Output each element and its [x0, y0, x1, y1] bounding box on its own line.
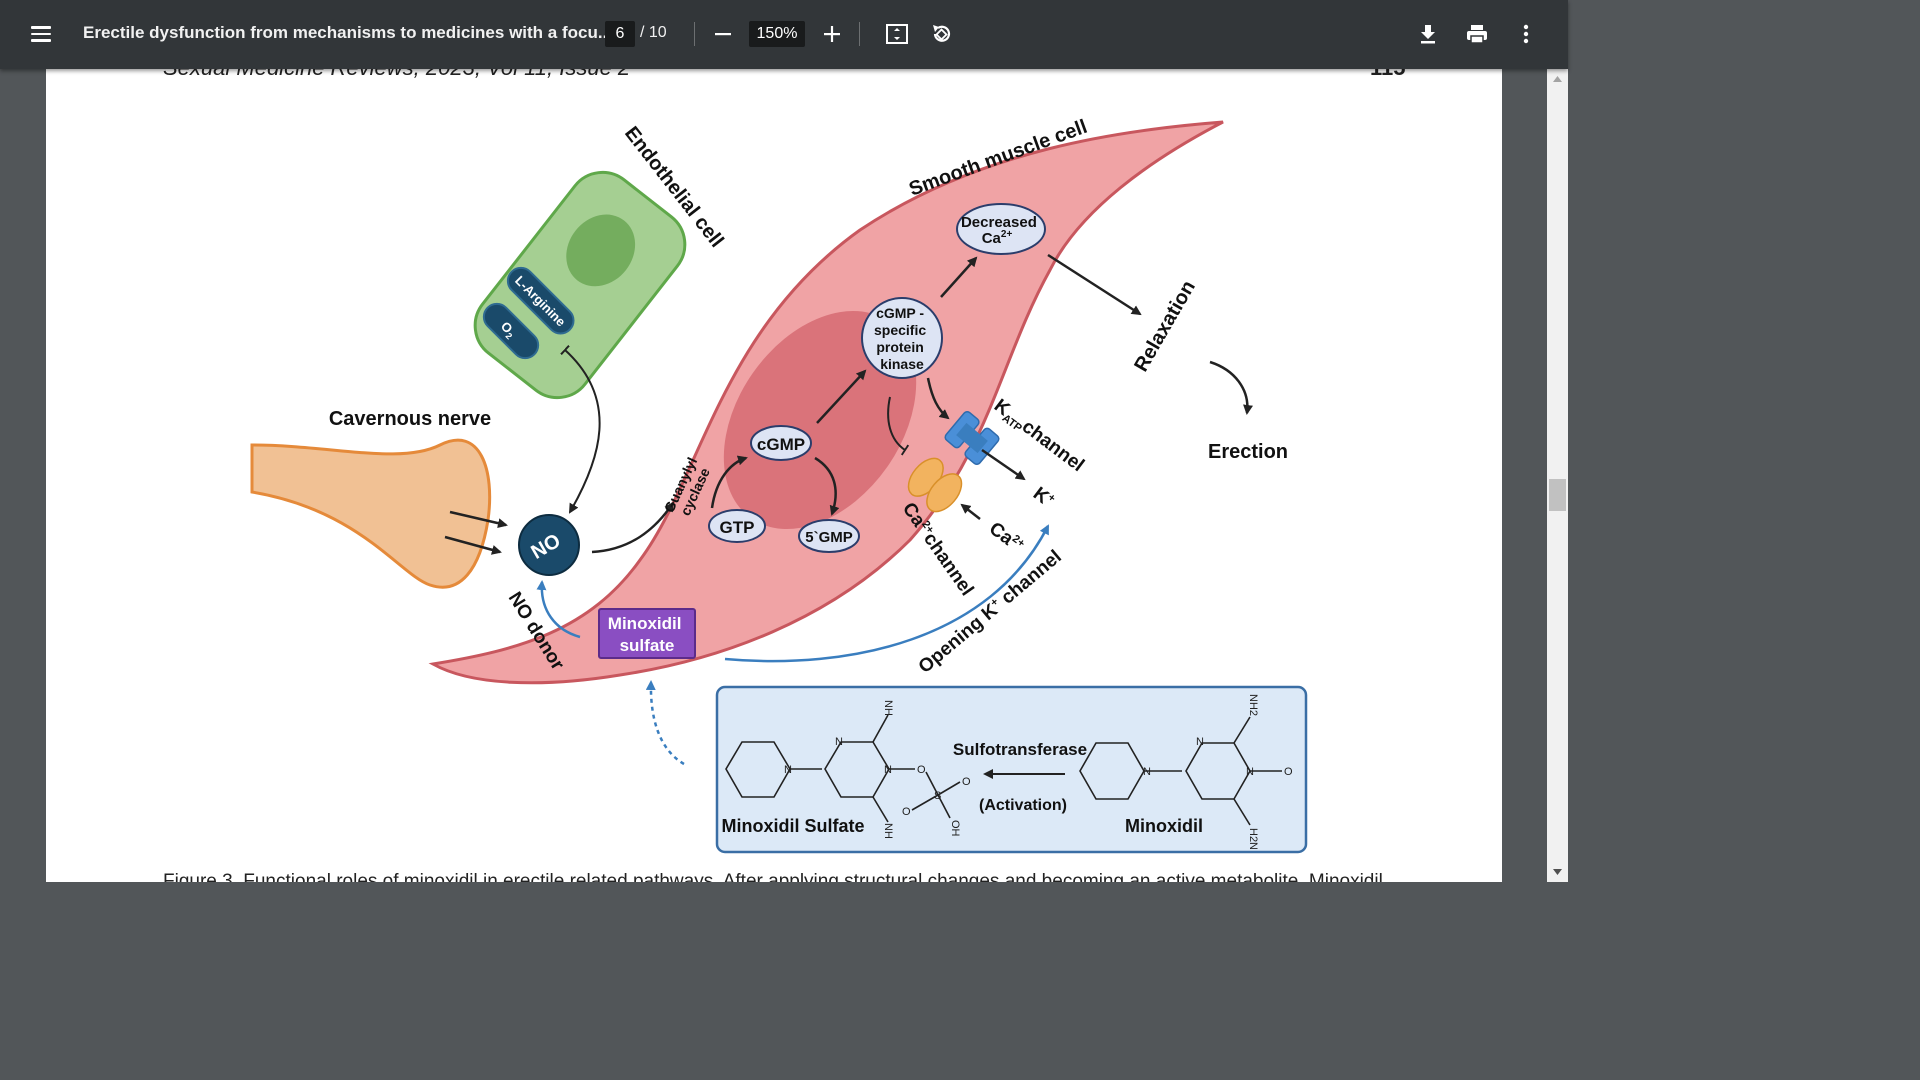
figure-caption: Figure 3. Functional roles of minoxidil …	[163, 871, 1383, 882]
page-total: / 10	[640, 24, 667, 41]
more-vert-icon	[1523, 24, 1529, 44]
document-title: Erectile dysfunction from mechanisms to …	[83, 23, 613, 42]
scroll-up-icon[interactable]	[1547, 69, 1568, 89]
rotate-button[interactable]	[926, 19, 956, 49]
scrollbar-thumb[interactable]	[1549, 479, 1566, 511]
zoom-out-button[interactable]	[708, 19, 738, 49]
rotate-icon	[933, 25, 951, 42]
plus-icon	[824, 26, 840, 42]
page-number-input[interactable]: 6	[605, 21, 635, 47]
pdf-toolbar: Erectile dysfunction from mechanisms to …	[0, 0, 1568, 69]
toolbar-divider	[694, 22, 695, 46]
minus-icon	[715, 33, 731, 36]
zoom-in-button[interactable]	[817, 19, 847, 49]
pdf-page: Sexual Medicine Reviews, 2023, Vol 11, I…	[46, 69, 1502, 882]
toolbar-divider	[859, 22, 860, 46]
fit-page-icon	[886, 24, 908, 44]
menu-icon[interactable]	[28, 22, 54, 48]
download-icon	[1421, 25, 1435, 44]
scroll-down-icon[interactable]	[1547, 862, 1568, 882]
vertical-scrollbar[interactable]	[1547, 69, 1568, 882]
print-icon	[1467, 25, 1487, 44]
print-button[interactable]	[1462, 19, 1492, 49]
journal-header: Sexual Medicine Reviews, 2023, Vol 11, I…	[163, 69, 630, 81]
download-button[interactable]	[1413, 19, 1443, 49]
fit-to-page-button[interactable]	[882, 19, 912, 49]
more-options-button[interactable]	[1511, 19, 1541, 49]
zoom-level-input[interactable]: 150%	[749, 21, 805, 47]
page-number: 115	[1370, 69, 1406, 81]
